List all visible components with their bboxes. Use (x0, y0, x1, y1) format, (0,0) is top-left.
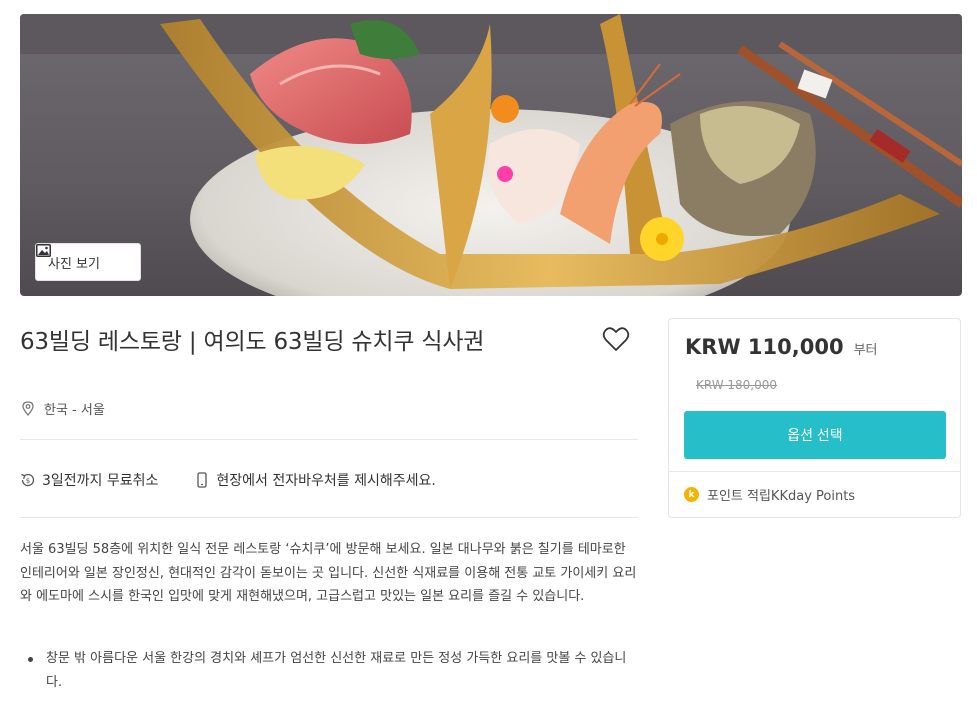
wishlist-heart-icon[interactable] (602, 326, 630, 352)
kkday-points-coin-icon: k (684, 487, 699, 502)
original-price: KRW 180,000 (696, 378, 778, 392)
highlight-item: 창문 밖 아름다운 서울 한강의 경치와 셰프가 엄선한 신선한 재료로 만든 … (26, 647, 638, 694)
points-info: k 포인트 적립KKday Points (684, 485, 855, 504)
price-suffix: 부터 (853, 343, 878, 358)
price-row: KRW 110,000 부터 (685, 335, 878, 359)
view-photos-label: 사진 보기 (48, 256, 100, 272)
price-card: KRW 110,000 부터 KRW 180,000 옵션 선택 k 포인트 적… (668, 318, 961, 518)
view-photos-button[interactable]: 사진 보기 (35, 243, 141, 281)
location-text: 한국 - 서울 (44, 403, 105, 418)
svg-text:$: $ (26, 477, 30, 485)
sushi-platter-illustration (20, 14, 962, 296)
price: KRW 110,000 (685, 335, 844, 359)
feature-free-cancel: $ 3일전까지 무료취소 (20, 470, 158, 490)
hero-image[interactable]: 사진 보기 (20, 14, 962, 296)
feature-list: $ 3일전까지 무료취소 현장에서 전자바우처를 제시해주세요. (20, 470, 436, 490)
cancel-refund-icon: $ (21, 473, 35, 487)
feature-free-cancel-label: 3일전까지 무료취소 (42, 473, 159, 489)
divider (20, 517, 638, 518)
divider (20, 439, 638, 440)
feature-e-voucher: 현장에서 전자바우처를 제시해주세요. (194, 470, 436, 490)
divider (669, 471, 960, 472)
select-option-button[interactable]: 옵션 선택 (684, 411, 946, 459)
points-label: 포인트 적립KKday Points (707, 489, 856, 504)
highlight-list: 창문 밖 아름다운 서울 한강의 경치와 셰프가 엄선한 신선한 재료로 만든 … (26, 647, 638, 696)
phone-icon (197, 472, 208, 488)
product-title: 63빌딩 레스토랑 | 여의도 63빌딩 슈치쿠 식사권 (20, 329, 485, 355)
location-pin-icon (22, 401, 34, 416)
feature-e-voucher-label: 현장에서 전자바우처를 제시해주세요. (216, 473, 436, 489)
product-description: 서울 63빌딩 58층에 위치한 일식 전문 레스토랑 ‘슈치쿠’에 방문해 보… (20, 542, 637, 604)
image-icon (36, 244, 51, 257)
location: 한국 - 서울 (22, 399, 105, 418)
